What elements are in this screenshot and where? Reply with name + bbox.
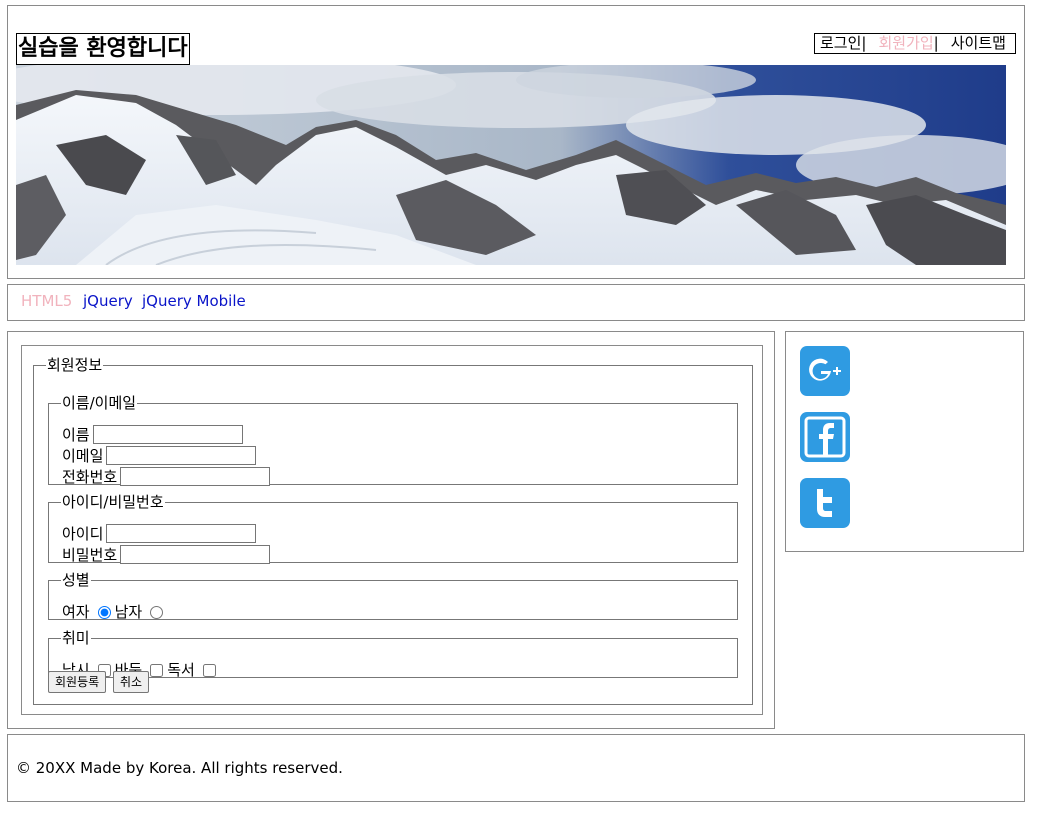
join-link[interactable]: 회원가입 bbox=[878, 34, 933, 52]
id-row: 아이디 bbox=[62, 524, 257, 545]
male-radio[interactable] bbox=[150, 606, 164, 619]
copyright-text: © 20XX Made by Korea. All rights reserve… bbox=[16, 759, 343, 777]
phone-input[interactable] bbox=[120, 467, 271, 486]
email-input[interactable] bbox=[106, 446, 257, 465]
phone-row: 전화번호 bbox=[62, 467, 271, 488]
nav-item-html5[interactable]: HTML5 bbox=[21, 292, 72, 310]
page-footer: © 20XX Made by Korea. All rights reserve… bbox=[7, 734, 1025, 802]
female-label: 여자 bbox=[62, 603, 90, 621]
email-row: 이메일 bbox=[62, 446, 257, 467]
female-radio[interactable] bbox=[97, 606, 111, 619]
id-label: 아이디 bbox=[62, 525, 104, 543]
password-row: 비밀번호 bbox=[62, 545, 271, 566]
form-frame: 회원정보 이름/이메일 이름 이메일 전화번호 아이디/비밀번호 아이디 비밀번… bbox=[21, 345, 763, 715]
main-nav: HTML5 jQuery jQuery Mobile bbox=[7, 284, 1025, 321]
hobby-reading-checkbox[interactable] bbox=[202, 664, 216, 677]
hobby-baduk-checkbox[interactable] bbox=[150, 664, 164, 677]
name-email-fieldset: 이름/이메일 이름 이메일 전화번호 bbox=[48, 394, 738, 488]
social-aside bbox=[785, 331, 1024, 552]
name-input[interactable] bbox=[92, 425, 243, 444]
gender-options: 여자 남자 bbox=[62, 602, 167, 622]
account-fieldset: 아이디/비밀번호 아이디 비밀번호 bbox=[48, 493, 738, 566]
mountain-banner-image bbox=[16, 65, 1006, 265]
login-link[interactable]: 로그인| bbox=[820, 34, 878, 52]
facebook-icon[interactable] bbox=[800, 412, 850, 462]
id-input[interactable] bbox=[106, 524, 257, 543]
hobby-fieldset: 취미 낚시 바둑 독서 bbox=[48, 629, 738, 679]
nav-item-jquery-mobile[interactable]: jQuery Mobile bbox=[142, 292, 246, 310]
name-email-legend: 이름/이메일 bbox=[62, 394, 137, 412]
member-info-fieldset: 회원정보 이름/이메일 이름 이메일 전화번호 아이디/비밀번호 아이디 비밀번… bbox=[33, 357, 753, 705]
account-legend: 아이디/비밀번호 bbox=[62, 493, 164, 511]
gender-legend: 성별 bbox=[62, 571, 90, 589]
page-header: 실습을 환영합니다 로그인| 회원가입| 사이트맵 bbox=[7, 5, 1025, 279]
main-section: 회원정보 이름/이메일 이름 이메일 전화번호 아이디/비밀번호 아이디 비밀번… bbox=[7, 331, 775, 729]
site-title: 실습을 환영합니다 bbox=[16, 33, 190, 65]
separator: | bbox=[861, 34, 867, 52]
google-plus-icon[interactable] bbox=[800, 346, 850, 396]
separator: | bbox=[933, 34, 939, 52]
password-input[interactable] bbox=[120, 545, 271, 564]
name-row: 이름 bbox=[62, 425, 243, 446]
sitemap-label: 사이트맵 bbox=[950, 34, 1006, 52]
cancel-button[interactable]: 취소 bbox=[113, 671, 150, 693]
submit-button[interactable]: 회원등록 bbox=[48, 671, 107, 693]
join-label: 회원가입 bbox=[878, 34, 934, 52]
twitter-icon[interactable] bbox=[800, 478, 850, 528]
utility-nav: 로그인| 회원가입| 사이트맵 bbox=[814, 33, 1016, 54]
member-info-legend: 회원정보 bbox=[47, 356, 103, 374]
sitemap-link[interactable]: 사이트맵 bbox=[951, 34, 1006, 52]
email-label: 이메일 bbox=[62, 447, 104, 465]
name-label: 이름 bbox=[62, 426, 90, 444]
phone-label: 전화번호 bbox=[62, 468, 118, 486]
hobby-legend: 취미 bbox=[62, 629, 90, 647]
gender-fieldset: 성별 여자 남자 bbox=[48, 571, 738, 622]
hobby-reading-label: 독서 bbox=[167, 661, 195, 679]
nav-item-jquery[interactable]: jQuery bbox=[83, 292, 133, 310]
male-label: 남자 bbox=[114, 603, 143, 621]
login-label: 로그인 bbox=[820, 34, 862, 52]
password-label: 비밀번호 bbox=[62, 546, 118, 564]
